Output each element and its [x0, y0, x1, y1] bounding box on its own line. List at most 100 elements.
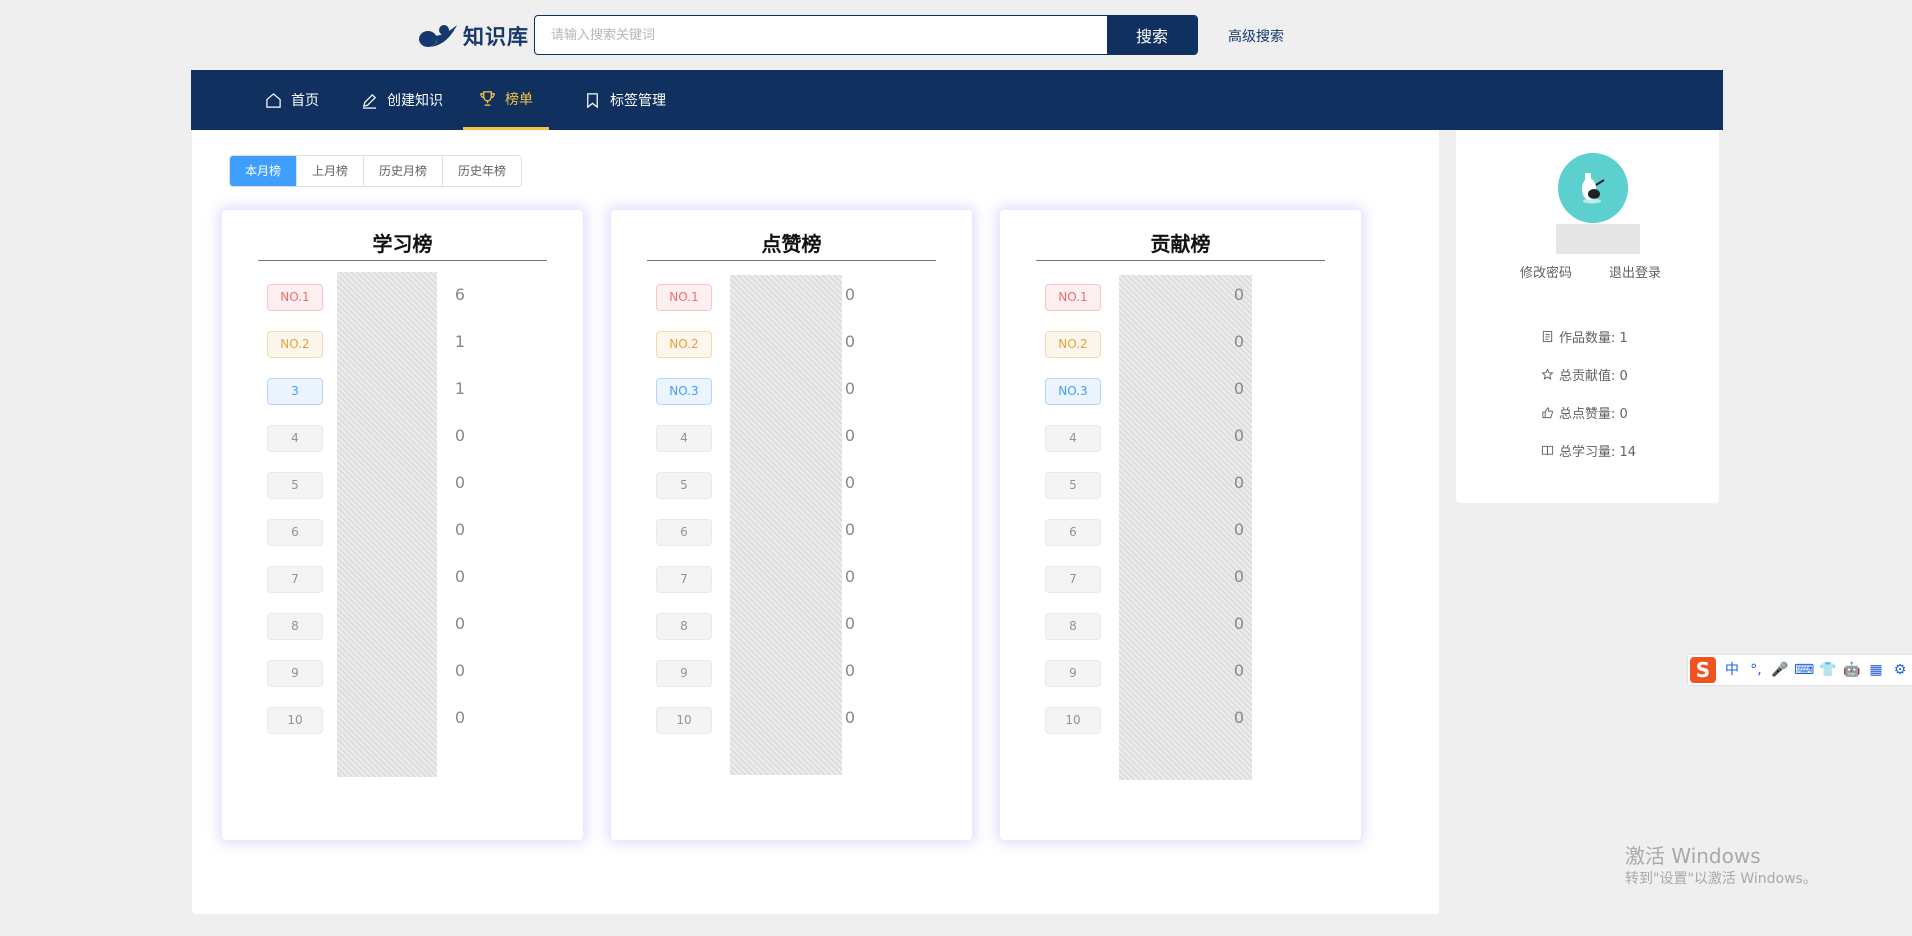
rank-badge: 5 — [1045, 472, 1101, 499]
stat-text: 总学习量: 14 — [1559, 445, 1637, 460]
logout-link[interactable]: 退出登录 — [1609, 262, 1661, 281]
score-value: 0 — [1233, 426, 1245, 445]
stat-text: 作品数量: 1 — [1559, 331, 1628, 346]
rank-badge: NO.1 — [267, 284, 323, 311]
nav-item-home[interactable]: 首页 — [265, 70, 319, 130]
nav-label: 标签管理 — [610, 93, 666, 109]
tab-history-year[interactable]: 历史年榜 — [442, 156, 522, 186]
bookmark-icon — [587, 92, 598, 108]
score-value: 0 — [1233, 473, 1245, 492]
stat-likes: 总点赞量: 0 — [1541, 403, 1628, 422]
edit-icon — [362, 93, 377, 109]
score-value: 0 — [454, 708, 466, 727]
rank-badge: 6 — [656, 519, 712, 546]
main-nav: 首页 创建知识 榜单 标签管理 — [191, 70, 1723, 130]
search-button[interactable]: 搜索 — [1107, 16, 1197, 54]
tab-last-month[interactable]: 上月榜 — [296, 156, 364, 186]
sogou-logo-icon[interactable]: S — [1690, 657, 1716, 683]
score-value: 0 — [1233, 285, 1245, 304]
rank-badge: 8 — [267, 613, 323, 640]
rank-badge: NO.2 — [1045, 331, 1101, 358]
score-value: 0 — [844, 661, 856, 680]
redacted-names — [730, 275, 842, 775]
skin-icon[interactable]: 👕 — [1818, 660, 1838, 680]
score-value: 0 — [454, 426, 466, 445]
grid-icon[interactable]: ▦ — [1866, 660, 1886, 680]
stat-text: 总点赞量: 0 — [1559, 407, 1628, 422]
score-value: 0 — [844, 379, 856, 398]
nav-item-tags[interactable]: 标签管理 — [584, 70, 666, 130]
rank-badge: NO.3 — [1045, 378, 1101, 405]
rank-badge: 7 — [656, 566, 712, 593]
home-icon — [266, 92, 281, 108]
rank-badge: 7 — [267, 566, 323, 593]
rank-badge: 9 — [267, 660, 323, 687]
header: 知识库 搜索 高级搜索 — [0, 0, 1912, 70]
stat-text: 总贡献值: 0 — [1559, 369, 1628, 384]
likes-leaderboard-card: 点赞榜 NO.1 0 NO.2 0 NO.3 0 4 0 5 0 6 0 7 0 8 0 9 0 10 0 — [611, 210, 972, 840]
change-password-link[interactable]: 修改密码 — [1520, 262, 1572, 281]
rank-badge: NO.1 — [656, 284, 712, 311]
avatar[interactable] — [1558, 153, 1628, 223]
rank-badge: NO.2 — [267, 331, 323, 358]
ime-toolbar: S 中 °, 🎤 ⌨ 👕 🤖 ▦ ⚙ — [1688, 655, 1912, 685]
rank-badge: 6 — [267, 519, 323, 546]
rank-badge: 8 — [1045, 613, 1101, 640]
stat-contribution: 总贡献值: 0 — [1541, 365, 1628, 384]
score-value: 0 — [1233, 661, 1245, 680]
score-value: 0 — [844, 426, 856, 445]
logo[interactable]: 知识库 — [417, 18, 529, 54]
ime-chinese-mode[interactable]: 中 — [1722, 660, 1742, 680]
title-divider — [647, 260, 936, 261]
nav-item-create[interactable]: 创建知识 — [361, 70, 443, 130]
rank-badge: 10 — [656, 707, 712, 734]
contribution-leaderboard-card: 贡献榜 NO.1 0 NO.2 0 NO.3 0 4 0 5 0 6 0 7 0 8 0 9 0 10 0 — [1000, 210, 1361, 840]
nav-item-leaderboard[interactable]: 榜单 — [463, 70, 549, 130]
rank-badge: 3 — [267, 378, 323, 405]
title-divider — [1036, 260, 1325, 261]
profile-panel: 修改密码 退出登录 作品数量: 1 总贡献值: 0 总点赞量: 0 总学习量: … — [1456, 130, 1719, 503]
score-value: 0 — [844, 520, 856, 539]
score-value: 1 — [454, 379, 466, 398]
keyboard-icon[interactable]: ⌨ — [1794, 660, 1814, 680]
tab-this-month[interactable]: 本月榜 — [230, 156, 297, 186]
rank-badge: 8 — [656, 613, 712, 640]
score-value: 0 — [844, 285, 856, 304]
redacted-username — [1556, 224, 1640, 254]
score-value: 0 — [454, 567, 466, 586]
rank-badge: 4 — [656, 425, 712, 452]
tab-history-month[interactable]: 历史月榜 — [363, 156, 443, 186]
robot-icon[interactable]: 🤖 — [1842, 660, 1862, 680]
nav-label: 榜单 — [505, 91, 533, 108]
trophy-icon — [480, 91, 495, 106]
search-input[interactable] — [535, 16, 1107, 54]
study-leaderboard-card: 学习榜 NO.1 6 NO.2 1 3 1 4 0 5 0 6 0 7 0 8 0 9 0 10 0 — [222, 210, 583, 840]
microphone-icon[interactable]: 🎤 — [1770, 660, 1790, 680]
settings-icon[interactable]: ⚙ — [1890, 660, 1910, 680]
card-title: 点赞榜 — [761, 232, 822, 256]
star-icon — [1541, 368, 1554, 380]
redacted-names — [337, 272, 437, 777]
score-value: 0 — [454, 473, 466, 492]
score-value: 0 — [454, 520, 466, 539]
score-value: 0 — [1233, 379, 1245, 398]
rank-badge: 7 — [1045, 566, 1101, 593]
score-value: 6 — [454, 285, 466, 304]
card-title: 贡献榜 — [1150, 232, 1211, 256]
score-value: 0 — [454, 661, 466, 680]
logo-text: 知识库 — [463, 25, 529, 49]
leaderboard-panel: 本月榜 上月榜 历史月榜 历史年榜 学习榜 NO.1 6 NO.2 1 3 1 4 0 5 0 6 0… — [192, 130, 1439, 914]
document-icon — [1542, 330, 1553, 343]
score-value: 0 — [844, 567, 856, 586]
nav-label: 首页 — [291, 93, 319, 109]
stat-study: 总学习量: 14 — [1541, 441, 1636, 460]
card-title: 学习榜 — [372, 232, 433, 256]
score-value: 0 — [454, 614, 466, 633]
ime-punctuation-icon[interactable]: °, — [1746, 660, 1766, 680]
thumbs-up-icon — [1542, 407, 1553, 419]
title-divider — [258, 260, 547, 261]
rank-badge: NO.1 — [1045, 284, 1101, 311]
score-value: 0 — [1233, 708, 1245, 727]
advanced-search-link[interactable]: 高级搜索 — [1228, 26, 1284, 46]
rank-badge: 9 — [656, 660, 712, 687]
